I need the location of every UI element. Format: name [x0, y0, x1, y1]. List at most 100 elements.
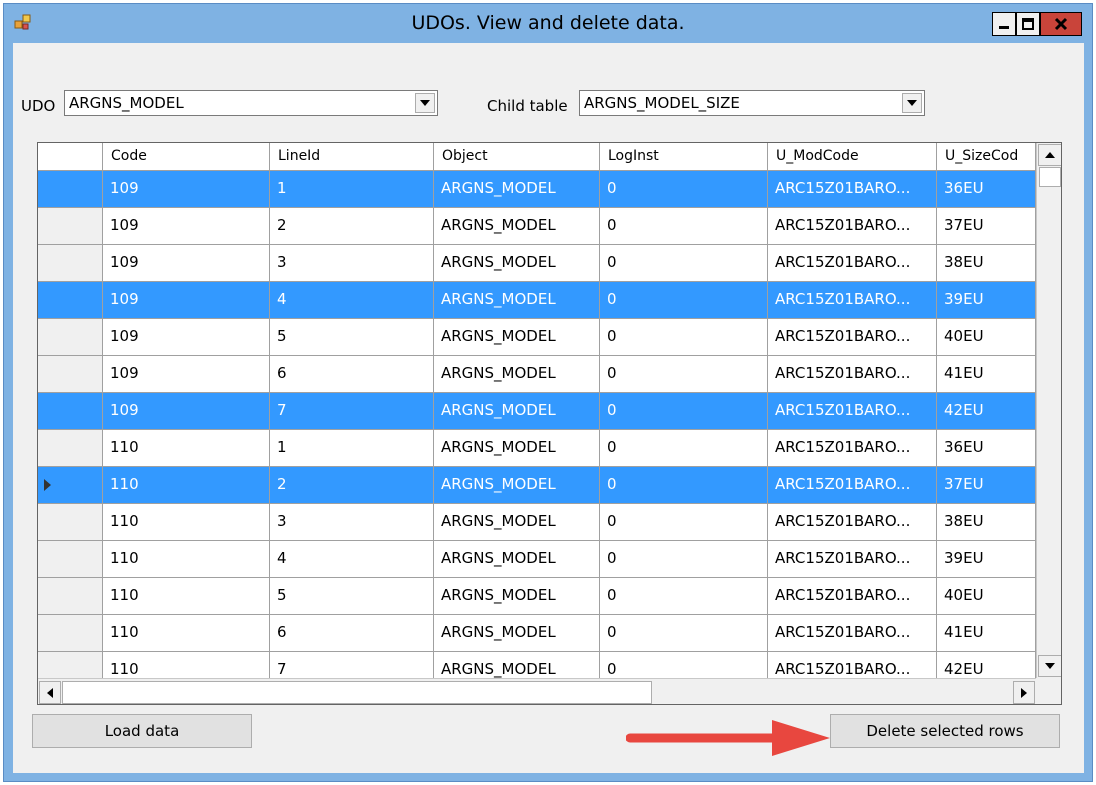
- cell-lineid[interactable]: 3: [270, 245, 434, 282]
- row-header[interactable]: [38, 504, 103, 541]
- cell-u-sizecode[interactable]: 38EU: [937, 504, 1036, 541]
- cell-object[interactable]: ARGNS_MODEL: [434, 541, 600, 578]
- cell-lineid[interactable]: 3: [270, 504, 434, 541]
- cell-u-sizecode[interactable]: 42EU: [937, 652, 1036, 678]
- row-header[interactable]: [38, 467, 103, 504]
- cell-code[interactable]: 109: [103, 245, 270, 282]
- cell-code[interactable]: 110: [103, 578, 270, 615]
- table-row[interactable]: 110 1 ARGNS_MODEL 0 ARC15Z01BARO... 36EU: [38, 430, 1036, 467]
- cell-object[interactable]: ARGNS_MODEL: [434, 208, 600, 245]
- cell-lineid[interactable]: 4: [270, 541, 434, 578]
- cell-lineid[interactable]: 2: [270, 208, 434, 245]
- child-table-dropdown-button[interactable]: [902, 93, 922, 113]
- row-header[interactable]: [38, 541, 103, 578]
- cell-code[interactable]: 110: [103, 430, 270, 467]
- scroll-up-button[interactable]: [1038, 144, 1061, 166]
- table-row[interactable]: 109 4 ARGNS_MODEL 0 ARC15Z01BARO... 39EU: [38, 282, 1036, 319]
- cell-loginst[interactable]: 0: [600, 430, 768, 467]
- cell-u-sizecode[interactable]: 37EU: [937, 467, 1036, 504]
- table-row[interactable]: 109 5 ARGNS_MODEL 0 ARC15Z01BARO... 40EU: [38, 319, 1036, 356]
- cell-object[interactable]: ARGNS_MODEL: [434, 245, 600, 282]
- cell-loginst[interactable]: 0: [600, 319, 768, 356]
- cell-u-modcode[interactable]: ARC15Z01BARO...: [768, 393, 937, 430]
- delete-selected-rows-button[interactable]: Delete selected rows: [830, 714, 1060, 748]
- cell-u-modcode[interactable]: ARC15Z01BARO...: [768, 319, 937, 356]
- scroll-down-button[interactable]: [1038, 655, 1061, 677]
- cell-lineid[interactable]: 6: [270, 356, 434, 393]
- cell-u-modcode[interactable]: ARC15Z01BARO...: [768, 171, 937, 208]
- column-header-lineid[interactable]: LineId: [270, 143, 434, 171]
- horizontal-scrollbar[interactable]: [38, 678, 1036, 704]
- cell-object[interactable]: ARGNS_MODEL: [434, 467, 600, 504]
- cell-loginst[interactable]: 0: [600, 467, 768, 504]
- cell-u-sizecode[interactable]: 41EU: [937, 356, 1036, 393]
- table-row[interactable]: 109 6 ARGNS_MODEL 0 ARC15Z01BARO... 41EU: [38, 356, 1036, 393]
- cell-u-modcode[interactable]: ARC15Z01BARO...: [768, 541, 937, 578]
- row-header[interactable]: [38, 652, 103, 678]
- load-data-button[interactable]: Load data: [32, 714, 252, 748]
- table-row[interactable]: 109 1 ARGNS_MODEL 0 ARC15Z01BARO... 36EU: [38, 171, 1036, 208]
- cell-loginst[interactable]: 0: [600, 541, 768, 578]
- cell-code[interactable]: 109: [103, 356, 270, 393]
- cell-code[interactable]: 109: [103, 282, 270, 319]
- table-row[interactable]: 110 4 ARGNS_MODEL 0 ARC15Z01BARO... 39EU: [38, 541, 1036, 578]
- cell-loginst[interactable]: 0: [600, 245, 768, 282]
- table-row[interactable]: 109 7 ARGNS_MODEL 0 ARC15Z01BARO... 42EU: [38, 393, 1036, 430]
- cell-u-sizecode[interactable]: 39EU: [937, 282, 1036, 319]
- cell-code[interactable]: 109: [103, 319, 270, 356]
- cell-u-sizecode[interactable]: 38EU: [937, 245, 1036, 282]
- table-row[interactable]: 109 3 ARGNS_MODEL 0 ARC15Z01BARO... 38EU: [38, 245, 1036, 282]
- cell-loginst[interactable]: 0: [600, 504, 768, 541]
- cell-u-modcode[interactable]: ARC15Z01BARO...: [768, 245, 937, 282]
- cell-loginst[interactable]: 0: [600, 356, 768, 393]
- cell-u-sizecode[interactable]: 36EU: [937, 430, 1036, 467]
- cell-u-modcode[interactable]: ARC15Z01BARO...: [768, 578, 937, 615]
- cell-object[interactable]: ARGNS_MODEL: [434, 356, 600, 393]
- udo-combobox[interactable]: ARGNS_MODEL: [64, 90, 438, 116]
- cell-loginst[interactable]: 0: [600, 652, 768, 678]
- udo-dropdown-button[interactable]: [415, 93, 435, 113]
- cell-lineid[interactable]: 5: [270, 578, 434, 615]
- table-row[interactable]: 110 2 ARGNS_MODEL 0 ARC15Z01BARO... 37EU: [38, 467, 1036, 504]
- horizontal-scroll-thumb[interactable]: [62, 681, 652, 704]
- cell-u-modcode[interactable]: ARC15Z01BARO...: [768, 356, 937, 393]
- cell-code[interactable]: 110: [103, 541, 270, 578]
- cell-lineid[interactable]: 7: [270, 393, 434, 430]
- column-header-code[interactable]: Code: [103, 143, 270, 171]
- table-row[interactable]: 109 2 ARGNS_MODEL 0 ARC15Z01BARO... 37EU: [38, 208, 1036, 245]
- cell-object[interactable]: ARGNS_MODEL: [434, 282, 600, 319]
- cell-loginst[interactable]: 0: [600, 208, 768, 245]
- cell-code[interactable]: 110: [103, 652, 270, 678]
- row-header[interactable]: [38, 282, 103, 319]
- cell-object[interactable]: ARGNS_MODEL: [434, 578, 600, 615]
- cell-u-modcode[interactable]: ARC15Z01BARO...: [768, 504, 937, 541]
- row-header[interactable]: [38, 171, 103, 208]
- row-header[interactable]: [38, 356, 103, 393]
- row-header[interactable]: [38, 245, 103, 282]
- cell-u-sizecode[interactable]: 40EU: [937, 319, 1036, 356]
- cell-u-modcode[interactable]: ARC15Z01BARO...: [768, 282, 937, 319]
- table-row[interactable]: 110 3 ARGNS_MODEL 0 ARC15Z01BARO... 38EU: [38, 504, 1036, 541]
- row-header[interactable]: [38, 319, 103, 356]
- row-header[interactable]: [38, 393, 103, 430]
- cell-u-modcode[interactable]: ARC15Z01BARO...: [768, 652, 937, 678]
- cell-object[interactable]: ARGNS_MODEL: [434, 430, 600, 467]
- cell-lineid[interactable]: 4: [270, 282, 434, 319]
- cell-u-sizecode[interactable]: 39EU: [937, 541, 1036, 578]
- row-header[interactable]: [38, 615, 103, 652]
- cell-loginst[interactable]: 0: [600, 578, 768, 615]
- title-bar[interactable]: UDOs. View and delete data.: [4, 4, 1092, 42]
- cell-object[interactable]: ARGNS_MODEL: [434, 393, 600, 430]
- cell-lineid[interactable]: 1: [270, 430, 434, 467]
- top-left-header-cell[interactable]: [38, 143, 103, 171]
- row-header[interactable]: [38, 208, 103, 245]
- column-header-object[interactable]: Object: [434, 143, 600, 171]
- cell-lineid[interactable]: 1: [270, 171, 434, 208]
- cell-object[interactable]: ARGNS_MODEL: [434, 652, 600, 678]
- cell-u-sizecode[interactable]: 36EU: [937, 171, 1036, 208]
- table-row[interactable]: 110 5 ARGNS_MODEL 0 ARC15Z01BARO... 40EU: [38, 578, 1036, 615]
- cell-lineid[interactable]: 5: [270, 319, 434, 356]
- cell-u-sizecode[interactable]: 41EU: [937, 615, 1036, 652]
- cell-code[interactable]: 110: [103, 504, 270, 541]
- cell-lineid[interactable]: 7: [270, 652, 434, 678]
